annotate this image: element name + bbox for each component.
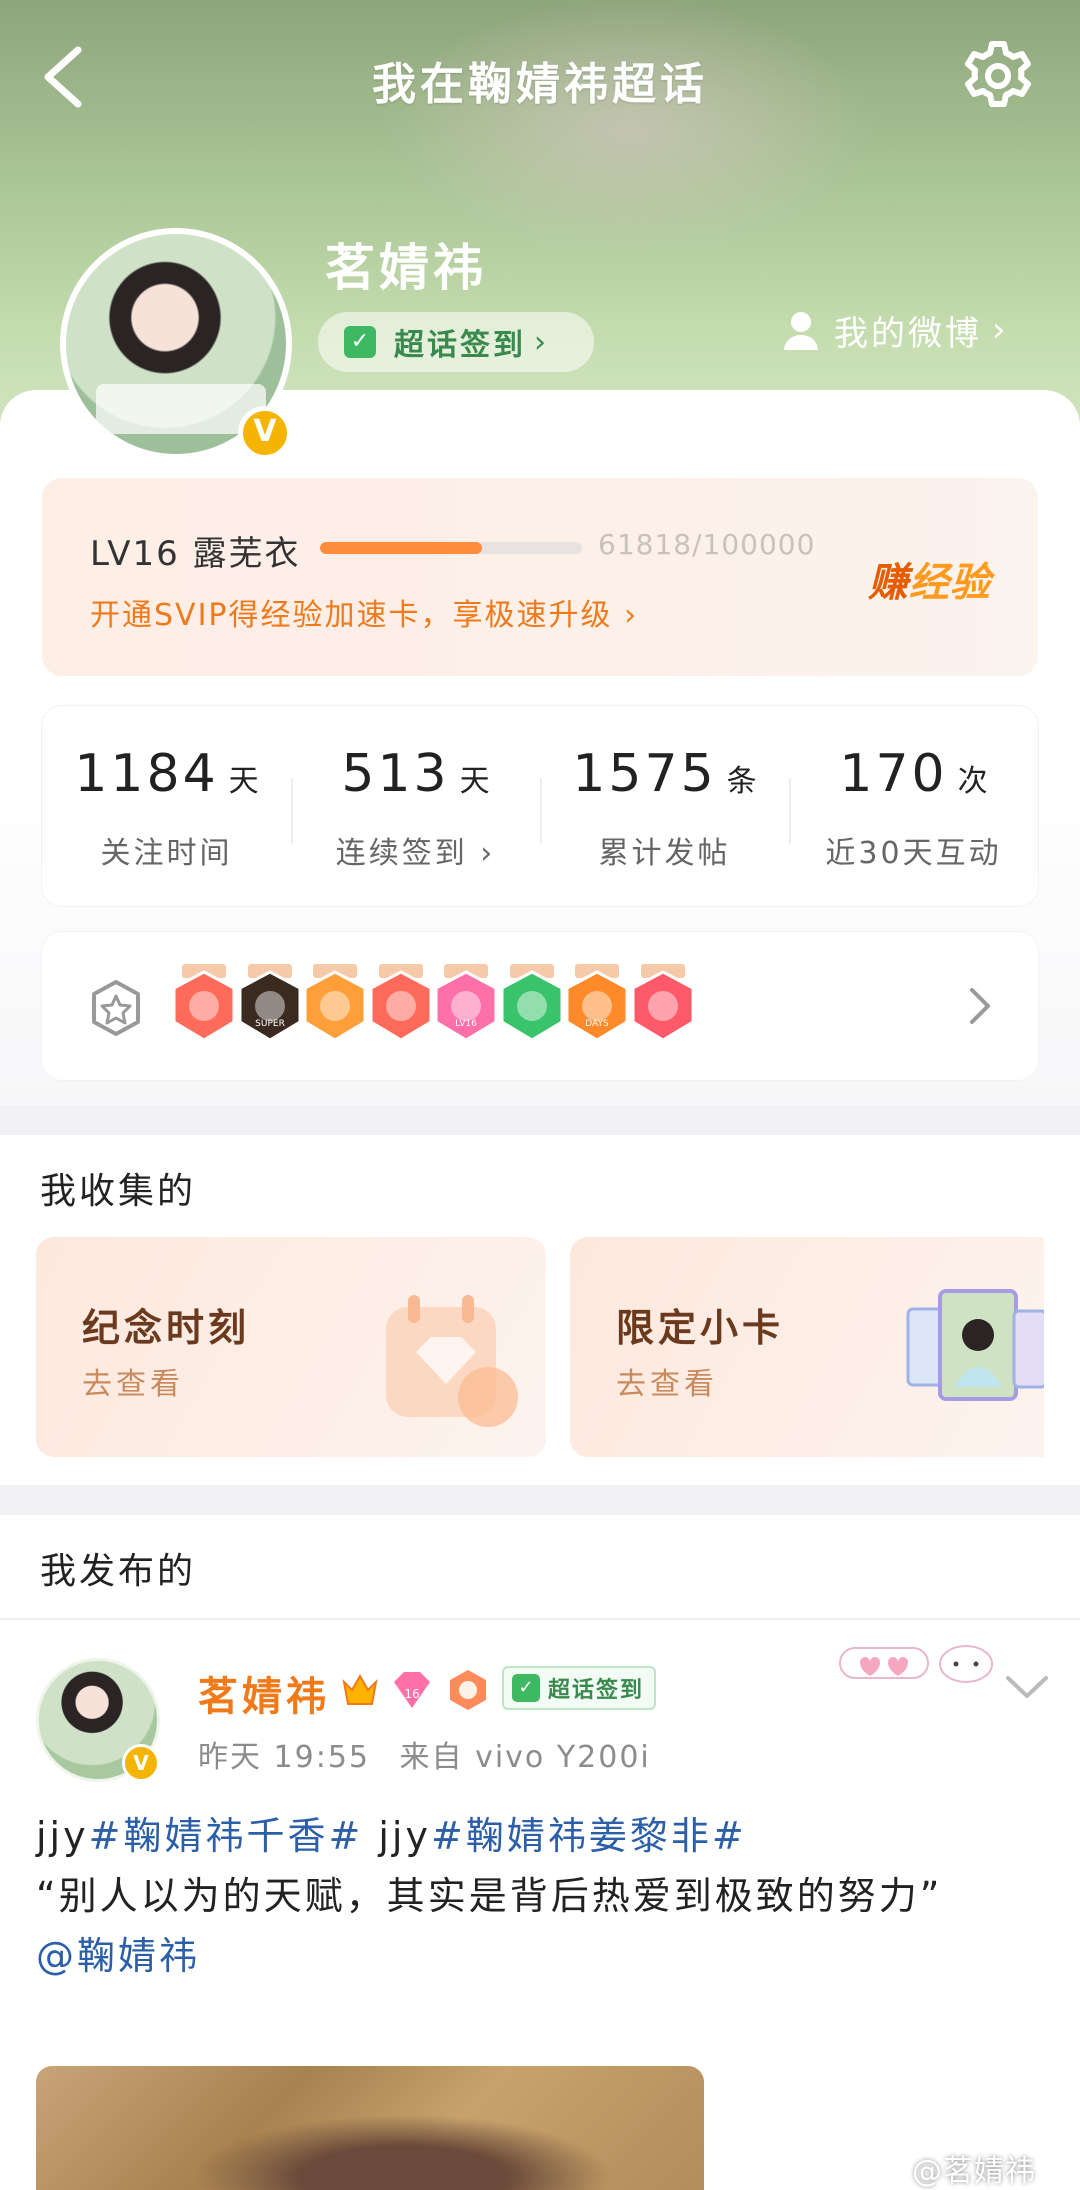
badge-text: SUPER — [255, 1019, 285, 1029]
crown-badge-icon[interactable] — [299, 964, 371, 1046]
stat-value: 1575 — [572, 744, 717, 804]
post-quote: “别人以为的天赋，其实是背后热爱到极致的努力” — [36, 1874, 943, 1918]
post-text: jjy — [363, 1814, 431, 1858]
stat-value: 513 — [341, 744, 450, 804]
card-subtitle: 去查看 — [616, 1367, 718, 1402]
page-title: 我在鞠婧祎超话 — [372, 59, 708, 110]
stat-checkin-streak[interactable]: 513 天 连续签到 › — [291, 706, 540, 906]
level-card[interactable]: LV16 露芜衣 61818/100000 开通SVIP得经验加速卡，享极速升级… — [42, 478, 1038, 676]
lv16-badge-icon[interactable]: LV16 — [430, 964, 502, 1046]
post-image[interactable] — [36, 2066, 704, 2190]
checkin-button[interactable]: ✓ 超话签到 › — [318, 312, 594, 372]
decoration-sticker-icon — [839, 1645, 993, 1683]
top-bar: 我在鞠婧祎超话 — [0, 0, 1080, 150]
watermark: @茗婧祎 — [912, 2154, 1036, 2189]
divider — [0, 1618, 1080, 1620]
level-label: LV16 露芜衣 — [90, 534, 301, 574]
svg-text:16: 16 — [404, 1687, 419, 1701]
stat-label: 关注时间 — [100, 836, 233, 871]
hashtag-link[interactable]: #鞠婧祎千香# — [89, 1814, 364, 1858]
settings-button[interactable] — [958, 36, 1038, 116]
stat-unit: 天 — [228, 764, 259, 799]
svip-promo-text: 开通SVIP得经验加速卡，享极速升级 — [90, 598, 613, 633]
post-time: 昨天 19:55 — [198, 1740, 370, 1775]
section-gap — [0, 1485, 1080, 1515]
stat-unit: 条 — [726, 764, 757, 799]
stat-value: 1184 — [74, 744, 219, 804]
verified-badge: V — [238, 406, 292, 460]
trophy-badge-icon[interactable] — [627, 964, 699, 1046]
checkin-tag-label: 超话签到 — [548, 1678, 645, 1703]
crown-medal-icon — [342, 1673, 378, 1705]
post-checkin-tag[interactable]: ✓ 超话签到 — [502, 1666, 656, 1710]
stat-label: 累计发帖 — [598, 836, 731, 871]
level-progress-text: 61818/100000 — [598, 528, 816, 561]
chevron-right-icon: › — [534, 324, 546, 360]
verified-badge: V — [122, 1744, 160, 1782]
badges-row[interactable]: SUPER LV16 DAYS — [42, 932, 1038, 1080]
card-title: 纪念时刻 — [82, 1306, 251, 1350]
earn-exp-suffix: 经验 — [909, 560, 991, 606]
svip-promo-link[interactable]: 开通SVIP得经验加速卡，享极速升级 › — [90, 590, 638, 634]
profile-username: 茗婧祎 — [325, 239, 487, 297]
super-crown-badge-icon[interactable]: SUPER — [234, 964, 306, 1046]
post-source: 来自 vivo Y200i — [399, 1740, 651, 1775]
stat-unit: 天 — [459, 764, 490, 799]
fan-badge-icon — [450, 1670, 486, 1710]
badge-text: LV16 — [455, 1019, 477, 1029]
smile-badge-icon[interactable] — [365, 964, 437, 1046]
earn-exp-prefix: 赚 — [868, 560, 909, 606]
chevron-right-icon: › — [467, 836, 496, 871]
post-meta: 昨天 19:55 来自 vivo Y200i — [198, 1732, 651, 1776]
stat-value: 170 — [839, 744, 948, 804]
post-text: jjy — [36, 1814, 89, 1858]
chevron-right-icon: › — [624, 598, 639, 633]
earn-exp-button[interactable]: 赚经验 — [868, 550, 991, 608]
cat-badge-icon[interactable] — [168, 964, 240, 1046]
hands-badge-icon[interactable] — [496, 964, 568, 1046]
stat-label: 近30天互动 — [825, 836, 1002, 871]
card-title: 限定小卡 — [616, 1306, 785, 1350]
checkbox-icon: ✓ — [344, 326, 376, 358]
stat-total-posts: 1575 条 累计发帖 — [540, 706, 789, 906]
checkin-label: 超话签到 — [394, 328, 526, 363]
photo-cards-icon — [906, 1289, 1044, 1401]
memorial-moments-card[interactable]: 纪念时刻 去查看 — [36, 1237, 546, 1457]
person-icon — [784, 312, 818, 350]
stats-panel: 1184 天 关注时间 513 天 连续签到 › 1575 条 累计发帖 170 次 近… — [42, 706, 1038, 906]
gear-icon — [965, 41, 1031, 107]
chevron-right-icon: › — [992, 310, 1009, 350]
level-diamond-icon: 16 — [394, 1672, 430, 1708]
mention-link[interactable]: @鞠婧祎 — [36, 1926, 1046, 1986]
stat-interactions: 170 次 近30天互动 — [789, 706, 1038, 906]
hashtag-link[interactable]: #鞠婧祎姜黎非# — [431, 1814, 747, 1858]
days100-badge-icon[interactable]: DAYS — [561, 964, 633, 1046]
chevron-down-icon[interactable] — [1002, 1670, 1052, 1704]
my-weibo-link[interactable]: 我的微博 › — [782, 305, 1009, 355]
level-progress-bar — [320, 542, 582, 554]
section-gap — [0, 1105, 1080, 1135]
profile-avatar[interactable]: V — [60, 228, 292, 460]
stat-unit: 次 — [957, 764, 988, 799]
badge-wall-icon — [92, 980, 140, 1036]
posts-title: 我发布的 — [40, 1551, 197, 1592]
stat-label: 连续签到 — [335, 836, 468, 871]
collect-title: 我收集的 — [40, 1171, 197, 1212]
calendar-diamond-icon — [386, 1295, 518, 1427]
badge-text: DAYS — [585, 1019, 609, 1029]
chevron-right-icon — [970, 988, 990, 1024]
stat-follow-days: 1184 天 关注时间 — [42, 706, 291, 906]
limited-cards-card[interactable]: 限定小卡 去查看 — [570, 1237, 1044, 1457]
post-author-name[interactable]: 茗婧祎 — [198, 1664, 330, 1722]
card-subtitle: 去查看 — [82, 1367, 184, 1402]
post-content: jjy#鞠婧祎千香# jjy#鞠婧祎姜黎非# “别人以为的天赋，其实是背后热爱到… — [36, 1806, 1046, 1986]
checkbox-icon: ✓ — [512, 1674, 540, 1702]
my-weibo-label: 我的微博 — [834, 313, 982, 354]
